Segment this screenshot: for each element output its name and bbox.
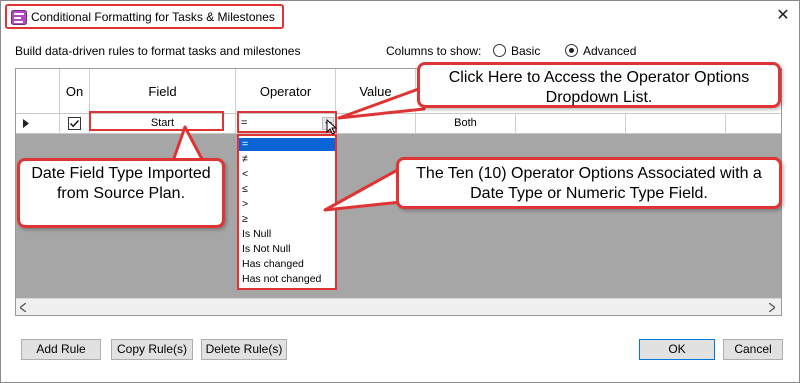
dropdown-option[interactable]: ≠: [239, 153, 335, 166]
grid-cell[interactable]: [516, 114, 626, 133]
add-rule-button[interactable]: Add Rule: [21, 339, 101, 360]
field-type-callout: Date Field Type Imported from Source Pla…: [17, 158, 225, 228]
dropdown-option[interactable]: >: [239, 198, 335, 211]
ok-button[interactable]: OK: [639, 339, 715, 360]
horizontal-scrollbar[interactable]: [16, 298, 781, 315]
checkbox-checked-icon[interactable]: [68, 117, 81, 130]
copy-rule-button[interactable]: Copy Rule(s): [111, 339, 193, 360]
operator-dropdown-list[interactable]: = ≠ < ≤ > ≥ Is Null Is Not Null Has chan…: [237, 134, 337, 290]
extra-cell[interactable]: Both: [416, 114, 516, 133]
ten-options-callout: The Ten (10) Operator Options Associated…: [396, 157, 782, 209]
scroll-left-icon[interactable]: [20, 303, 26, 312]
window-title: Conditional Formatting for Tasks & Miles…: [31, 10, 275, 24]
row-pointer-icon: [23, 119, 29, 128]
dropdown-option[interactable]: Is Not Null: [239, 243, 335, 256]
dropdown-option[interactable]: Has changed: [239, 258, 335, 271]
dropdown-option[interactable]: ≤: [239, 183, 335, 196]
advanced-radio[interactable]: [565, 44, 578, 57]
mouse-cursor-icon: [326, 119, 337, 135]
column-header-operator[interactable]: Operator: [236, 69, 336, 114]
scroll-right-icon[interactable]: [769, 303, 775, 312]
dropdown-option[interactable]: <: [239, 168, 335, 181]
column-header-on[interactable]: On: [60, 69, 90, 114]
delete-rule-button[interactable]: Delete Rule(s): [201, 339, 287, 360]
description-label: Build data-driven rules to format tasks …: [15, 44, 301, 58]
close-icon[interactable]: ✕: [773, 6, 793, 26]
grid-cell[interactable]: [726, 114, 781, 133]
columns-label: Columns to show:: [386, 44, 482, 58]
operator-highlight: [237, 111, 337, 133]
options-callout-pointer: [323, 166, 403, 212]
dropdown-option[interactable]: Is Null: [239, 228, 335, 241]
cancel-button[interactable]: Cancel: [723, 339, 783, 360]
advanced-radio-label[interactable]: Advanced: [583, 44, 636, 58]
dialog-window: Conditional Formatting for Tasks & Miles…: [0, 0, 800, 383]
operator-hint-callout: Click Here to Access the Operator Option…: [417, 62, 781, 108]
basic-radio-label[interactable]: Basic: [511, 44, 540, 58]
radio-selected-dot: [569, 48, 574, 53]
dropdown-option[interactable]: Has not changed: [239, 273, 335, 286]
dropdown-option-selected[interactable]: =: [239, 138, 335, 151]
dropdown-option[interactable]: ≥: [239, 213, 335, 226]
row-header-column: [16, 69, 60, 114]
app-icon: [11, 10, 27, 25]
row-selector[interactable]: [16, 114, 60, 133]
on-cell[interactable]: [60, 114, 90, 133]
column-header-field[interactable]: Field: [90, 69, 236, 114]
grid-cell[interactable]: [626, 114, 726, 133]
basic-radio[interactable]: [493, 44, 506, 57]
operator-callout-pointer: [337, 85, 426, 120]
